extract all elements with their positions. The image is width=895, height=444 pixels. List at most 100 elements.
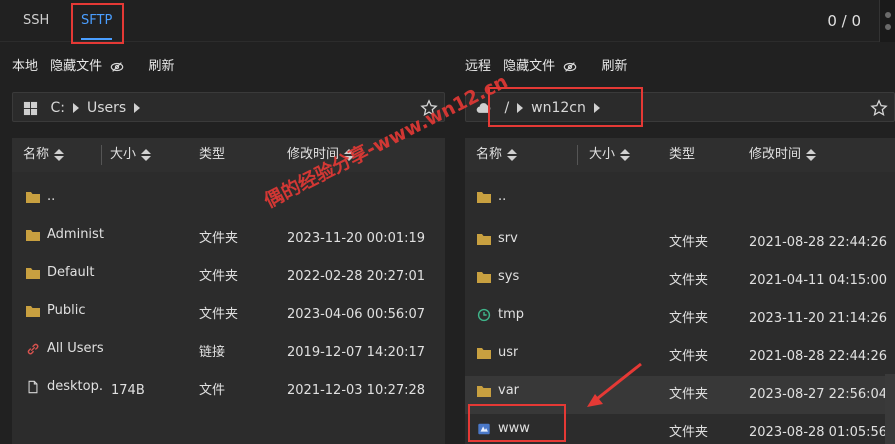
- remote-file-table: 名称 大小 类型 修改时间 .. srv 文件夹 2021-08-28 22:4…: [465, 138, 895, 444]
- tab-sftp[interactable]: SFTP: [81, 0, 113, 42]
- table-row[interactable]: www 文件夹 2023-08-28 01:05:56: [465, 414, 895, 444]
- file-mtime: 2021-12-03 10:27:28: [287, 383, 426, 398]
- col-type-label: 类型: [199, 147, 226, 162]
- local-hide-files-toggle[interactable]: 隐藏文件: [50, 57, 124, 78]
- chevron-right-icon: [72, 103, 79, 113]
- col-name-header[interactable]: 名称: [476, 138, 518, 172]
- file-name-cell: Public: [25, 292, 85, 330]
- file-name: srv: [498, 231, 518, 246]
- breadcrumb-segment[interactable]: Users: [87, 93, 126, 123]
- eye-slash-icon: [111, 62, 124, 72]
- scrollbar[interactable]: [885, 374, 895, 444]
- active-tab-indicator: [81, 38, 113, 40]
- col-type-header[interactable]: 类型: [199, 138, 225, 172]
- file-name: ..: [47, 189, 56, 204]
- local-path-bar[interactable]: C: Users: [12, 92, 445, 122]
- local-title: 本地: [12, 59, 39, 75]
- window-edge: [879, 0, 895, 42]
- file-name-cell: All Users: [25, 330, 104, 368]
- table-row[interactable]: var 文件夹 2023-08-27 22:56:04: [465, 376, 895, 414]
- tab-sftp-label: SFTP: [81, 13, 113, 28]
- remote-panel: 远程 隐藏文件 刷新 / wn12cn 名称 大小 类型 修改时间 .. srv …: [455, 42, 895, 444]
- remote-path-bar[interactable]: / wn12cn: [465, 92, 895, 122]
- file-mtime: 2022-02-28 20:27:01: [287, 269, 426, 284]
- file-type: 文件夹: [669, 349, 709, 364]
- file-name-cell: usr: [476, 334, 518, 372]
- arrow-annotation-icon: [587, 362, 642, 407]
- file-mtime: 2023-08-28 01:05:56: [749, 425, 888, 440]
- file-name-cell: ..: [25, 178, 55, 216]
- local-file-table: 名称 大小 类型 修改时间 .. Administ 文件夹 2023-11-20…: [12, 138, 445, 444]
- file-type: 文件夹: [199, 307, 239, 322]
- file-name: www: [498, 421, 530, 436]
- table-row[interactable]: tmp 文件夹 2023-11-20 21:14:26: [465, 300, 895, 338]
- sort-icon: [141, 148, 152, 161]
- col-mtime-label: 修改时间: [749, 147, 802, 162]
- file-name-cell: Administ: [25, 216, 105, 254]
- file-name: Public: [47, 303, 86, 318]
- remote-refresh-button[interactable]: 刷新: [601, 57, 627, 77]
- table-row[interactable]: Administ 文件夹 2023-11-20 00:01:19: [12, 220, 445, 258]
- col-size-header[interactable]: 大小: [589, 138, 631, 172]
- sort-icon: [806, 148, 817, 161]
- local-breadcrumb: C: Users: [23, 93, 148, 123]
- local-panel: 本地 隐藏文件 刷新 C: Users 名称 大小 类型 修改时间 .. Admi…: [0, 42, 455, 444]
- folder-icon: [26, 305, 40, 317]
- col-size-label: 大小: [589, 147, 616, 162]
- breadcrumb-segment[interactable]: /: [504, 93, 509, 123]
- table-row[interactable]: usr 文件夹 2021-08-28 22:44:26: [465, 338, 895, 376]
- col-name-label: 名称: [476, 147, 503, 162]
- sort-icon: [507, 148, 518, 161]
- file-type: 文件夹: [669, 235, 709, 250]
- folder-icon: [26, 229, 40, 241]
- clock-folder-icon: [477, 308, 491, 321]
- file-name: Default: [47, 265, 95, 280]
- star-icon[interactable]: [870, 99, 888, 117]
- breadcrumb-segment[interactable]: wn12cn: [531, 93, 586, 123]
- folder-icon: [26, 267, 40, 279]
- table-row[interactable]: All Users 链接 2019-12-07 14:20:17: [12, 334, 445, 372]
- eye-slash-icon: [564, 62, 577, 72]
- table-row[interactable]: ..: [12, 182, 445, 220]
- remote-hide-files-toggle[interactable]: 隐藏文件: [503, 57, 577, 78]
- table-row[interactable]: srv 文件夹 2021-08-28 22:44:26: [465, 224, 895, 262]
- col-mtime-header[interactable]: 修改时间: [749, 138, 817, 172]
- file-mtime: 2021-04-11 04:15:00: [749, 273, 888, 288]
- file-type: 链接: [199, 345, 226, 360]
- col-size-header[interactable]: 大小: [110, 138, 152, 172]
- file-size: 174B: [111, 383, 145, 398]
- chevron-right-icon: [593, 103, 600, 113]
- column-divider[interactable]: [577, 145, 578, 165]
- table-row[interactable]: Default 文件夹 2022-02-28 20:27:01: [12, 258, 445, 296]
- file-mtime: 2021-08-28 22:44:26: [749, 235, 888, 250]
- file-name-cell: srv: [476, 220, 518, 258]
- local-hide-files-label: 隐藏文件: [50, 59, 103, 74]
- folder-icon: [477, 233, 491, 245]
- file-name: usr: [498, 345, 519, 360]
- file-name: var: [498, 383, 520, 398]
- top-bar: SSH SFTP 0 / 0: [0, 0, 895, 44]
- col-type-header[interactable]: 类型: [669, 138, 695, 172]
- remote-table-header: 名称 大小 类型 修改时间: [465, 138, 895, 172]
- file-name-cell: Default: [25, 254, 95, 292]
- table-row[interactable]: sys 文件夹 2021-04-11 04:15:00: [465, 262, 895, 300]
- file-icon: [28, 380, 38, 393]
- file-name-cell: ..: [476, 178, 506, 216]
- tab-ssh[interactable]: SSH: [23, 0, 49, 42]
- folder-icon: [477, 191, 491, 203]
- file-mtime: 2023-04-06 00:56:07: [287, 307, 426, 322]
- folder-icon: [477, 271, 491, 283]
- column-divider[interactable]: [101, 145, 102, 165]
- col-size-label: 大小: [110, 147, 137, 162]
- table-row[interactable]: ..: [465, 182, 895, 220]
- file-mtime: 2021-08-28 22:44:26: [749, 349, 888, 364]
- table-row[interactable]: Public 文件夹 2023-04-06 00:56:07: [12, 296, 445, 334]
- col-name-header[interactable]: 名称: [23, 138, 65, 172]
- table-row[interactable]: desktop. 174B 文件 2021-12-03 10:27:28: [12, 372, 445, 410]
- breadcrumb-segment[interactable]: C:: [50, 93, 65, 123]
- sort-icon: [54, 148, 65, 161]
- file-name-cell: www: [476, 410, 530, 444]
- local-refresh-button[interactable]: 刷新: [148, 57, 174, 77]
- folder-icon: [477, 385, 491, 397]
- col-name-label: 名称: [23, 147, 50, 162]
